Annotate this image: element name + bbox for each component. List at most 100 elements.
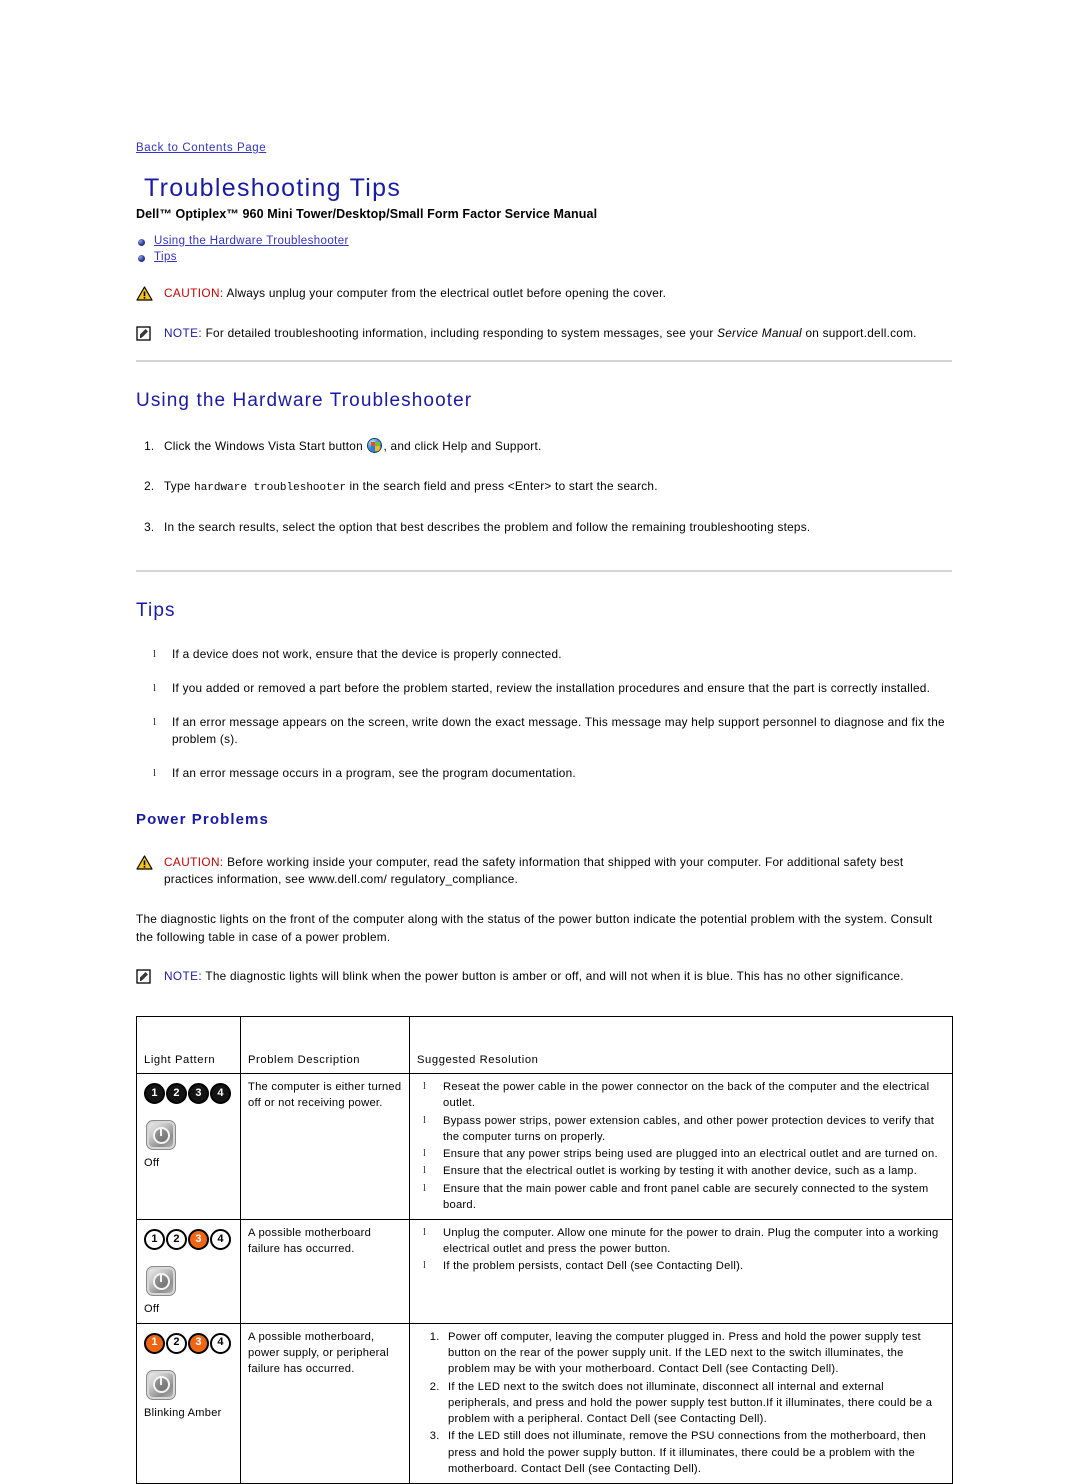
list-item: l Ensure that any power strips being used…	[417, 1146, 945, 1162]
troubleshooter-steps: Click the Windows Vista Start button , a…	[136, 438, 952, 536]
diagnostic-lights: 1234	[144, 1332, 233, 1354]
note-text-italic: Service Manual	[717, 325, 802, 340]
power-button-state-label: Off	[144, 1303, 160, 1315]
tip-text: If an error message appears on the scree…	[172, 714, 945, 747]
note-pencil-icon	[136, 969, 151, 985]
diagnostic-lights: 1234	[144, 1229, 233, 1250]
diagnostic-led-1: 1	[144, 1332, 165, 1354]
warning-triangle-icon	[136, 286, 153, 301]
list-item: l Bypass power strips, power extension ca…	[417, 1113, 945, 1145]
bullet-icon: l	[153, 648, 157, 661]
resolution-text: Ensure that any power strips being used …	[443, 1148, 938, 1161]
diagnostic-led-3: 3	[188, 1229, 209, 1250]
note-text-after: on support.dell.com.	[801, 325, 917, 340]
diagnostic-led-2: 2	[166, 1229, 187, 1250]
caution-label: CAUTION:	[164, 854, 224, 869]
section-heading-power-problems: Power Problems	[136, 810, 269, 828]
table-row: 1 2 3 4 Off The computer is either turned off…	[136, 1073, 953, 1220]
resolution-text: If the LED still does not illuminate, re…	[448, 1430, 926, 1475]
bullet-icon: l	[153, 767, 157, 779]
cell-suggested-resolution: Power off computer, leaving the computer…	[409, 1322, 953, 1484]
cell-light-pattern: 1 2 3 4 Off	[136, 1073, 241, 1220]
note-callout-power: NOTE: The diagnostic lights will blink w…	[136, 968, 952, 986]
list-item: l If a device does not work, ensure that …	[136, 646, 952, 664]
caution-callout-power: CAUTION: Before working inside your comp…	[136, 854, 952, 889]
resolution-text: Unplug the computer. Allow one minute fo…	[443, 1227, 939, 1256]
table-row: 1 2 3 4 Off A possible motherboard failure ha…	[136, 1219, 953, 1324]
list-item: l If the problem persists, contact Dell (…	[417, 1258, 945, 1274]
toc-list: Using the Hardware Troubleshooter Tips	[136, 235, 952, 263]
resolution-text: If the LED next to the switch does not i…	[448, 1380, 933, 1426]
diagnostic-led-2: 2	[166, 1332, 187, 1354]
cell-light-pattern: 1 2 3 4 Blinking Amber	[136, 1322, 241, 1484]
cell-problem-description: A possible motherboard failure has occur…	[240, 1219, 410, 1324]
cell-light-pattern: 1 2 3 4 Off	[136, 1219, 241, 1324]
section-divider	[136, 570, 952, 573]
bullet-dot-icon	[138, 239, 145, 246]
power-button-icon	[146, 1120, 176, 1151]
list-item: If the LED next to the switch does not i…	[443, 1379, 945, 1428]
list-item: Power off computer, leaving the computer…	[443, 1329, 945, 1378]
table-row: 1 2 3 4 Blinking Amber A possible motherboard…	[136, 1322, 953, 1484]
document-page: Back to Contents Page Troubleshooting Ti…	[0, 0, 1080, 1484]
note-label: NOTE:	[164, 969, 203, 984]
table-body: 1 2 3 4 Off The computer is either turned off…	[136, 1073, 953, 1484]
back-to-contents-link[interactable]: Back to Contents Page	[136, 142, 266, 154]
diagnostic-led-3: 3	[188, 1332, 209, 1354]
list-item: l If an error message appears on the scre…	[136, 714, 952, 749]
resolution-text: Reseat the power cable in the power conn…	[443, 1081, 930, 1110]
power-problems-intro: The diagnostic lights on the front of th…	[136, 912, 933, 944]
toc-item: Tips	[136, 251, 952, 263]
resolution-text: Bypass power strips, power extension cab…	[443, 1114, 935, 1143]
bullet-icon: l	[423, 1081, 427, 1093]
diagnostic-led-4: 4	[210, 1229, 231, 1250]
tips-list: l If a device does not work, ensure that …	[136, 646, 952, 782]
toc-link-tips[interactable]: Tips	[154, 251, 177, 263]
cell-suggested-resolution: l Reseat the power cable in the power con…	[409, 1073, 953, 1220]
step-code-snippet: hardware troubleshooter	[194, 482, 346, 495]
power-button-state-label: Blinking Amber	[144, 1406, 222, 1419]
windows-vista-start-button-icon[interactable]	[368, 439, 382, 453]
list-item: l Ensure that the electrical outlet is wo…	[417, 1163, 945, 1179]
section-heading-hardware-troubleshooter: Using the Hardware Troubleshooter	[136, 390, 473, 412]
diagnostic-lights: 1234	[144, 1083, 233, 1105]
tip-text: If you added or removed a part before th…	[172, 680, 931, 695]
section-heading-tips: Tips	[136, 600, 176, 622]
diagnostic-led-1: 1	[144, 1083, 165, 1105]
resolution-bullet-list: l Unplug the computer. Allow one minute f…	[417, 1225, 945, 1275]
caution-text: Before working inside your computer, rea…	[164, 854, 904, 887]
bullet-dot-icon	[138, 255, 145, 262]
step-item: Type hardware troubleshooter in the sear…	[158, 478, 952, 497]
bullet-icon: l	[423, 1148, 427, 1160]
table-header-row: Light Pattern Problem Description Sugges…	[136, 1016, 953, 1075]
diagnostic-light-table: Light Pattern Problem Description Sugges…	[136, 1016, 953, 1484]
resolution-numbered-list: Power off computer, leaving the computer…	[417, 1329, 945, 1477]
list-item: If the LED still does not illuminate, re…	[443, 1428, 945, 1477]
note-label: NOTE:	[164, 325, 203, 340]
document-content: Back to Contents Page Troubleshooting Ti…	[136, 138, 953, 1484]
bullet-icon: l	[153, 715, 157, 728]
column-header-problem-description: Problem Description	[240, 1016, 410, 1075]
column-header-light-pattern: Light Pattern	[136, 1016, 241, 1075]
column-header-suggested-resolution: Suggested Resolution	[409, 1016, 953, 1075]
resolution-text: Ensure that the main power cable and fro…	[443, 1182, 929, 1211]
note-pencil-icon	[136, 326, 151, 341]
power-button-icon	[146, 1266, 176, 1296]
toc-item: Using the Hardware Troubleshooter	[136, 235, 952, 247]
list-item: l Ensure that the main power cable and fr…	[417, 1181, 945, 1213]
toc-link-hardware-troubleshooter[interactable]: Using the Hardware Troubleshooter	[154, 235, 349, 247]
caution-callout-top: CAUTION: Always unplug your computer fro…	[136, 285, 952, 303]
page-subtitle: Dell™ Optiplex™ 960 Mini Tower/Desktop/S…	[136, 207, 598, 221]
bullet-icon: l	[423, 1260, 427, 1272]
warning-triangle-icon	[136, 855, 153, 870]
list-item: l If an error message occurs in a program…	[136, 765, 952, 783]
step-text-after: in the search field and press <Enter> to…	[345, 479, 658, 494]
diagnostic-led-2: 2	[166, 1083, 187, 1105]
list-item: l Unplug the computer. Allow one minute f…	[417, 1225, 945, 1257]
bullet-icon: l	[423, 1182, 427, 1194]
caution-label: CAUTION:	[164, 286, 224, 300]
diagnostic-led-4: 4	[210, 1083, 231, 1105]
diagnostic-led-3: 3	[188, 1083, 209, 1105]
list-item: l If you added or removed a part before t…	[136, 680, 952, 698]
cell-problem-description: The computer is either turned off or not…	[240, 1073, 410, 1220]
